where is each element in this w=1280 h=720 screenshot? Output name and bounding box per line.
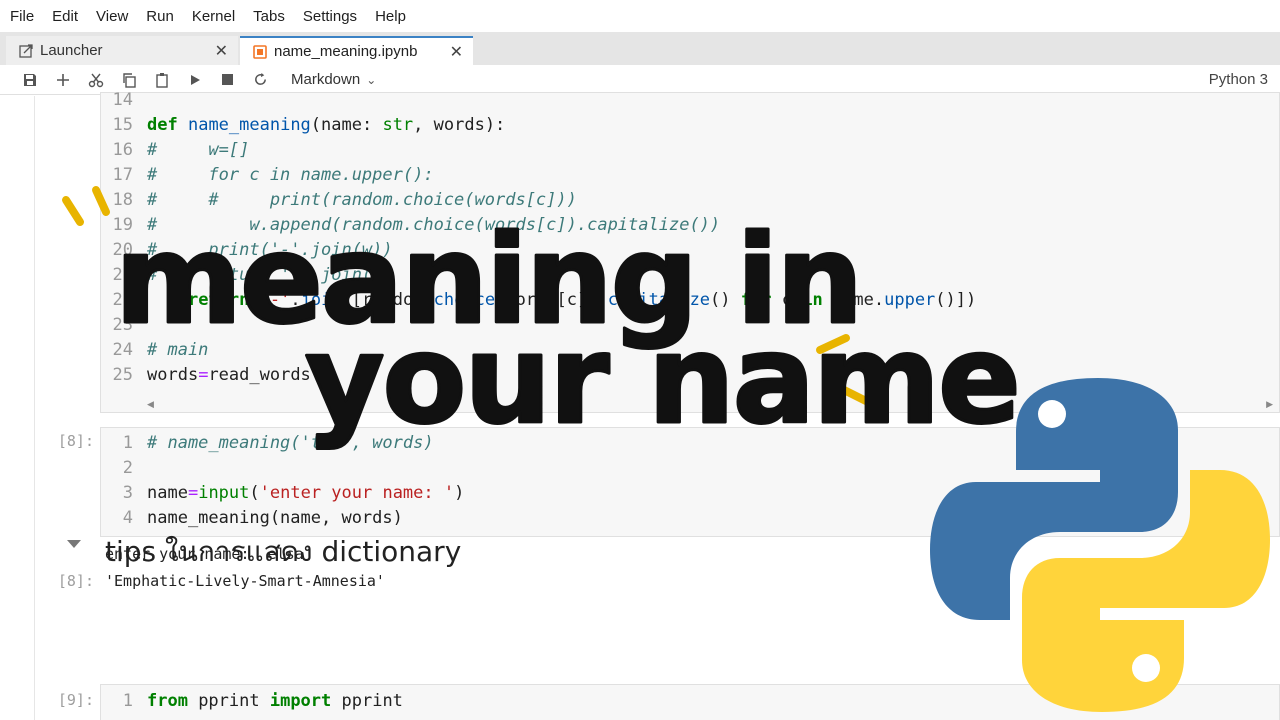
code-line: 20 # print('-'.join(w)) bbox=[112, 240, 393, 260]
menu-run[interactable]: Run bbox=[146, 8, 174, 25]
code-line: 25 words=read_words() bbox=[112, 365, 332, 385]
cell-type-select[interactable]: Markdown ⌄ bbox=[291, 71, 376, 88]
scroll-right-icon[interactable]: ▶ bbox=[1266, 399, 1273, 410]
code-line: 1 # name_meaning('tom', words) bbox=[122, 433, 434, 453]
code-line: 1 from pprint import pprint bbox=[122, 691, 403, 711]
menu-edit[interactable]: Edit bbox=[52, 8, 78, 25]
chevron-down-icon: ⌄ bbox=[366, 72, 377, 87]
cell-prompt: [9]: bbox=[57, 691, 94, 709]
code-line: 17 # for c in name.upper(): bbox=[112, 165, 434, 185]
scroll-left-icon[interactable]: ◀ bbox=[147, 399, 154, 410]
menu-bar: File Edit View Run Kernel Tabs Settings … bbox=[0, 0, 1280, 32]
markdown-heading: tips ในการแสดง dictionary bbox=[105, 535, 462, 568]
kernel-name[interactable]: Python 3 bbox=[1209, 71, 1268, 88]
code-line: 23 bbox=[112, 315, 133, 335]
code-line: 24 # main bbox=[112, 340, 209, 360]
code-line: 16 # w=[] bbox=[112, 140, 250, 160]
tab-notebook-label: name_meaning.ipynb bbox=[274, 43, 418, 60]
code-line: 21 # return '-'.join(w) bbox=[112, 265, 393, 285]
tab-bar: Launcher ✕ name_meaning.ipynb ✕ bbox=[0, 32, 1280, 65]
save-icon[interactable] bbox=[13, 68, 46, 92]
code-line: 3 name=input('enter your name: ') bbox=[122, 483, 465, 503]
tab-launcher-label: Launcher bbox=[40, 42, 103, 59]
menu-help[interactable]: Help bbox=[375, 8, 406, 25]
menu-kernel[interactable]: Kernel bbox=[192, 8, 235, 25]
code-line: 19 # w.append(random.choice(words[c]).cap… bbox=[112, 215, 721, 235]
notebook-icon bbox=[252, 44, 268, 60]
close-icon[interactable]: ✕ bbox=[450, 42, 463, 62]
notebook-panel: 14 15 def name_meaning(name: str, words):… bbox=[0, 90, 1280, 720]
menu-settings[interactable]: Settings bbox=[303, 8, 357, 25]
code-line: 22 return '-'.join([random.choice(words[… bbox=[112, 290, 977, 310]
launcher-icon bbox=[18, 43, 34, 59]
cell-gutter-line bbox=[34, 96, 35, 720]
code-cell-3[interactable]: 1 from pprint import pprint bbox=[100, 684, 1280, 720]
code-cell-1[interactable]: 14 15 def name_meaning(name: str, words):… bbox=[100, 90, 1280, 413]
collapse-caret-icon[interactable] bbox=[67, 540, 81, 548]
add-icon[interactable] bbox=[46, 68, 79, 92]
tab-notebook[interactable]: name_meaning.ipynb ✕ bbox=[240, 36, 473, 65]
code-line: 4 name_meaning(name, words) bbox=[122, 508, 403, 528]
code-cell-2[interactable]: 1 # name_meaning('tom', words) 2 3 name=in… bbox=[100, 427, 1280, 537]
menu-view[interactable]: View bbox=[96, 8, 128, 25]
cell-prompt: [8]: bbox=[57, 432, 94, 450]
code-line: 2 bbox=[122, 458, 133, 478]
close-icon[interactable]: ✕ bbox=[215, 41, 228, 61]
result-output: 'Emphatic-Lively-Smart-Amnesia' bbox=[105, 572, 385, 590]
code-line: 18 # # print(random.choice(words[c])) bbox=[112, 190, 577, 210]
tab-launcher[interactable]: Launcher ✕ bbox=[6, 36, 238, 65]
output-prompt: [8]: bbox=[57, 572, 94, 590]
code-line: 15 def name_meaning(name: str, words): bbox=[112, 115, 506, 135]
cell-type-label: Markdown bbox=[291, 71, 361, 88]
menu-file[interactable]: File bbox=[10, 8, 34, 25]
code-line: 14 bbox=[112, 90, 133, 110]
menu-tabs[interactable]: Tabs bbox=[253, 8, 285, 25]
